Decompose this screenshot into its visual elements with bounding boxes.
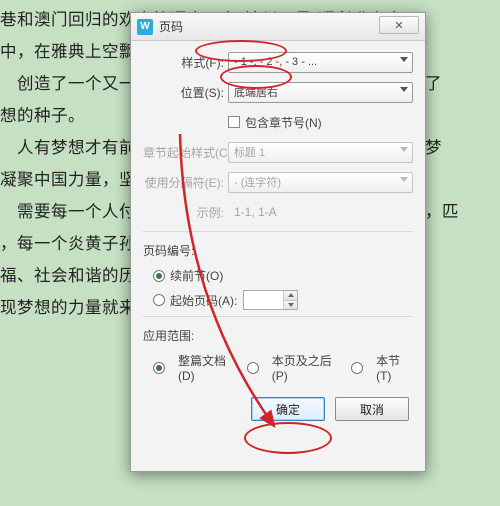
dialog-body: 样式(F): - 1 -, - 2 -, - 3 - ... 位置(S): 底端… (131, 41, 425, 429)
ok-button[interactable]: 确定 (251, 397, 325, 421)
titlebar[interactable]: W 页码 ✕ (131, 13, 425, 41)
chevron-down-icon (400, 177, 408, 182)
whole-doc-label: 整篇文档(D) (178, 352, 239, 383)
continue-label: 续前节(O) (170, 267, 223, 284)
section-label: 本节(T) (376, 352, 413, 383)
scope-header: 应用范围: (143, 327, 413, 344)
startat-spinner[interactable] (243, 290, 298, 310)
startat-label: 起始页码(A): (170, 292, 237, 309)
whole-doc-radio[interactable] (153, 362, 165, 374)
close-button[interactable]: ✕ (379, 16, 419, 34)
cancel-button[interactable]: 取消 (335, 397, 409, 421)
chapter-checkbox[interactable] (228, 116, 240, 128)
after-page-label: 本页及之后(P) (272, 352, 343, 383)
spin-up[interactable] (283, 291, 297, 301)
chapter-checkbox-label: 包含章节号(N) (245, 114, 322, 131)
spin-down[interactable] (283, 301, 297, 310)
style-combo[interactable]: - 1 -, - 2 -, - 3 - ... (228, 52, 413, 73)
continue-radio[interactable] (153, 270, 165, 282)
after-page-radio[interactable] (247, 362, 259, 374)
separator-combo: - (连字符) (228, 172, 413, 193)
example-label: 示例: (143, 204, 228, 221)
section-radio[interactable] (351, 362, 363, 374)
chevron-down-icon (400, 57, 408, 62)
chapter-style-combo: 标题 1 (228, 142, 413, 163)
separator-label: 使用分隔符(E): (143, 174, 228, 191)
chevron-down-icon (400, 147, 408, 152)
style-label: 样式(F): (143, 54, 228, 71)
chevron-down-icon (400, 87, 408, 92)
position-label: 位置(S): (143, 84, 228, 101)
startat-radio[interactable] (153, 294, 165, 306)
example-value: 1-1, 1-A (228, 205, 281, 219)
numbering-header: 页码编号: (143, 242, 413, 259)
chapter-style-label: 章节起始样式(C): (143, 144, 228, 161)
dialog-title: 页码 (159, 18, 183, 35)
app-icon: W (137, 19, 153, 35)
position-combo[interactable]: 底端居右 (228, 82, 413, 103)
close-icon: ✕ (394, 19, 403, 32)
page-number-dialog: W 页码 ✕ 样式(F): - 1 -, - 2 -, - 3 - ... 位置… (130, 12, 426, 472)
